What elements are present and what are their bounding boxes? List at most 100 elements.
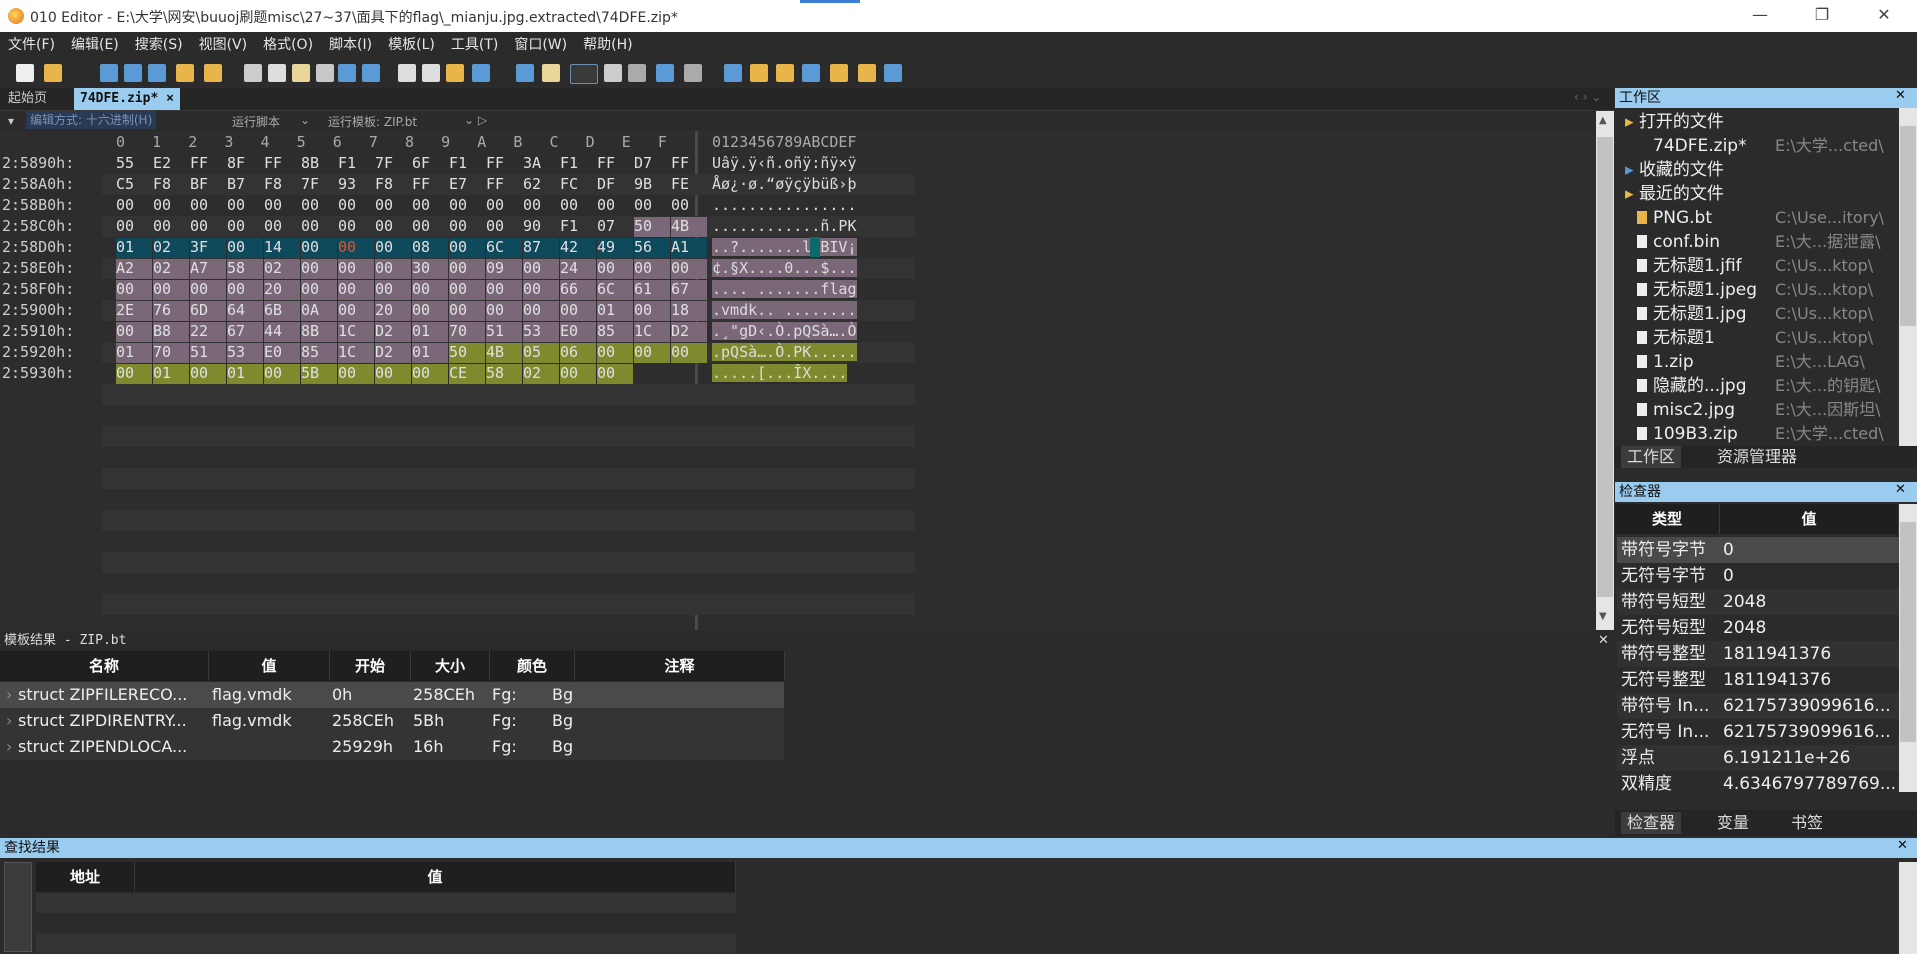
hex-byte[interactable]: 4B — [671, 217, 707, 237]
subbar-menu-icon[interactable]: ▾ — [8, 114, 14, 128]
address-icon[interactable] — [684, 64, 702, 82]
tab-bookmarks[interactable]: 书签 — [1785, 812, 1829, 834]
hex-byte[interactable]: FC — [560, 175, 596, 195]
inspector-col-type[interactable]: 类型 — [1615, 504, 1720, 534]
restore-button[interactable]: ❐ — [1810, 4, 1834, 26]
hex-byte[interactable]: 01 — [412, 343, 448, 363]
hex-byte[interactable]: 00 — [338, 217, 374, 237]
inspector-value[interactable]: 62175739099616... — [1723, 719, 1899, 745]
col-size[interactable]: 大小 — [411, 651, 490, 681]
hex-byte[interactable]: 6C — [597, 280, 633, 300]
hex-byte[interactable]: 02 — [153, 238, 189, 258]
scroll-thumb[interactable] — [1597, 137, 1613, 597]
inspector-value[interactable]: 0 — [1723, 563, 1899, 589]
hex-editor-area[interactable]: 0 1 2 3 4 5 6 7 8 9 A B C D E F 01234567… — [0, 111, 1614, 630]
hex-byte[interactable]: B7 — [227, 175, 263, 195]
find-col-address[interactable]: 地址 — [36, 862, 135, 892]
save-all-icon[interactable] — [148, 64, 166, 82]
hex-byte[interactable]: F8 — [153, 175, 189, 195]
percent-icon[interactable] — [802, 64, 820, 82]
hex-byte[interactable]: 30 — [412, 259, 448, 279]
hex-byte[interactable]: 00 — [338, 196, 374, 216]
hex-byte[interactable]: 00 — [227, 196, 263, 216]
hex-byte[interactable]: 8B — [301, 322, 337, 342]
hex-byte[interactable]: 00 — [597, 196, 633, 216]
hex-byte[interactable]: 00 — [523, 301, 559, 321]
hex-byte[interactable]: 50 — [634, 217, 670, 237]
paste-icon[interactable] — [292, 64, 310, 82]
hex-byte[interactable]: 00 — [190, 364, 226, 384]
hex-byte[interactable]: 00 — [375, 196, 411, 216]
hex-byte[interactable]: 00 — [116, 196, 152, 216]
menu-tools[interactable]: 工具(T) — [443, 32, 506, 58]
hex-byte[interactable]: 70 — [449, 322, 485, 342]
hex-byte[interactable]: 00 — [375, 217, 411, 237]
hex-byte[interactable]: 00 — [338, 301, 374, 321]
hex-byte[interactable]: 07 — [597, 217, 633, 237]
hex-byte[interactable]: 85 — [301, 343, 337, 363]
hex-row[interactable]: 2:5890h: 55 E2 FF 8F FF 8B F1 7F 6F F1 FF 3A F1 FF D7 FF… — [0, 153, 1596, 174]
hex-byte[interactable]: 00 — [486, 217, 522, 237]
hex-byte[interactable]: 01 — [597, 301, 633, 321]
hex-byte[interactable]: D2 — [375, 322, 411, 342]
bookmark-icon[interactable] — [884, 64, 902, 82]
hex-byte[interactable]: 22 — [190, 322, 226, 342]
replace-icon[interactable] — [422, 64, 440, 82]
hex-byte[interactable]: 00 — [116, 322, 152, 342]
hex-byte[interactable]: 00 — [523, 259, 559, 279]
hex-byte[interactable]: 00 — [671, 196, 707, 216]
hex-byte[interactable]: 87 — [523, 238, 559, 258]
hex-byte[interactable]: 51 — [190, 343, 226, 363]
hex-byte[interactable]: A2 — [116, 259, 152, 279]
find-scrollbar[interactable] — [1899, 862, 1917, 954]
hex-byte[interactable]: 85 — [597, 322, 633, 342]
recent-file-name[interactable]: conf.bin — [1653, 230, 1720, 254]
open-file-74dfe[interactable]: 74DFE.zip* — [1653, 134, 1747, 158]
hex-byte[interactable]: 2E — [116, 301, 152, 321]
col-comment[interactable]: 注释 — [575, 651, 785, 681]
menu-window[interactable]: 窗口(W) — [506, 32, 575, 58]
open-folder-2-icon[interactable] — [176, 64, 194, 82]
ascii-text[interactable]: ............ñ.PK — [712, 217, 857, 235]
recent-file-name[interactable]: 1.zip — [1653, 350, 1694, 374]
inspector-close-icon[interactable]: ✕ — [1895, 482, 1906, 497]
group-open-files[interactable]: ▸ 打开的文件 — [1625, 110, 1724, 134]
tab-variables[interactable]: 变量 — [1711, 812, 1755, 834]
expand-chevron-icon[interactable]: › — [6, 682, 12, 708]
hex-byte[interactable]: FF — [264, 154, 300, 174]
calculator-icon[interactable] — [724, 64, 742, 82]
swap-icon[interactable] — [776, 64, 794, 82]
find-close-icon[interactable]: ✕ — [1897, 838, 1908, 853]
col-name[interactable]: 名称 — [0, 651, 209, 681]
hex-row[interactable]: 2:58A0h: C5 F8 BF B7 F8 7F 93 F8 FF E7 FF 62 FC DF 9B FE… — [0, 174, 1596, 195]
highlight-icon[interactable] — [542, 64, 560, 82]
hex-byte[interactable]: 00 — [338, 238, 374, 258]
hex-byte[interactable]: 00 — [301, 217, 337, 237]
columns-icon[interactable] — [604, 64, 622, 82]
inspector-value[interactable]: 1811941376 — [1723, 641, 1899, 667]
hex-byte[interactable]: 6D — [190, 301, 226, 321]
hex-byte[interactable]: F8 — [264, 175, 300, 195]
scroll-up-icon[interactable]: ▲ — [1599, 115, 1607, 126]
hex-byte[interactable]: 05 — [523, 343, 559, 363]
hex-byte[interactable]: 00 — [412, 364, 448, 384]
ascii-text[interactable]: Uâÿ.ÿ‹ñ.oñÿ:ñÿ×ÿ — [712, 154, 857, 172]
hex-byte[interactable]: 00 — [375, 238, 411, 258]
menu-template[interactable]: 模板(L) — [380, 32, 443, 58]
hex-byte[interactable]: 01 — [412, 322, 448, 342]
hex-byte[interactable]: 58 — [486, 364, 522, 384]
hex-byte[interactable]: 00 — [597, 364, 633, 384]
hex-byte[interactable]: 3A — [523, 154, 559, 174]
inspector-value[interactable]: 62175739099616... — [1723, 693, 1899, 719]
open-folder-icon[interactable] — [44, 64, 62, 82]
redo-icon[interactable] — [362, 64, 380, 82]
hex-byte[interactable]: 00 — [634, 343, 670, 363]
hex-vertical-scrollbar[interactable]: ▲ ▼ — [1596, 111, 1614, 630]
hex-byte[interactable]: 6B — [264, 301, 300, 321]
undo-icon[interactable] — [338, 64, 356, 82]
histogram-icon[interactable] — [830, 64, 848, 82]
hex-byte[interactable]: 3F — [190, 238, 226, 258]
hex-byte[interactable]: 00 — [190, 196, 226, 216]
recent-file-name[interactable]: 无标题1.jfif — [1653, 254, 1742, 278]
ascii-text[interactable]: .¸"gD‹.Ò.pQSà….Ò — [712, 322, 857, 340]
